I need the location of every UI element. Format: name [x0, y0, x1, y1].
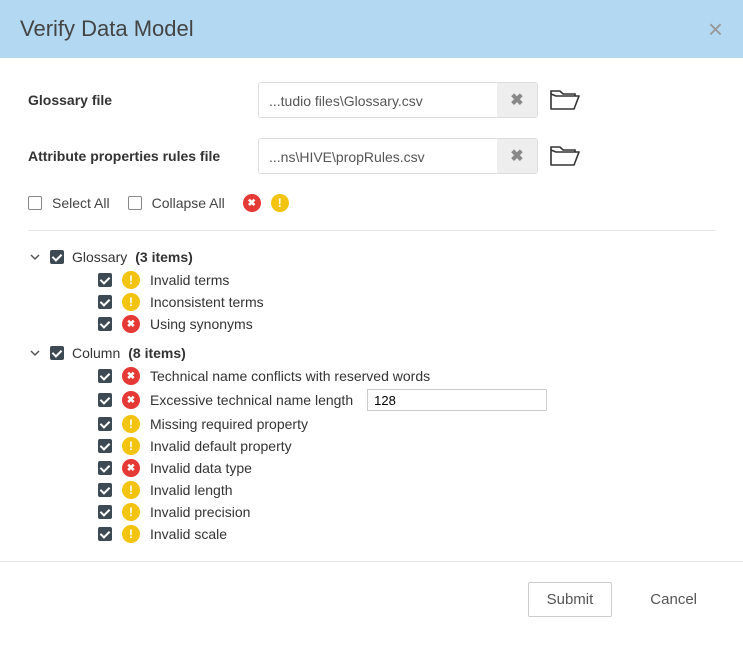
item-checkbox[interactable] — [98, 317, 112, 331]
item-label: Technical name conflicts with reserved w… — [150, 368, 430, 384]
error-filter-icon[interactable] — [243, 194, 261, 212]
item-checkbox[interactable] — [98, 505, 112, 519]
tree-item: Invalid terms — [98, 269, 715, 291]
glossary-file-row: Glossary file ...tudio files\Glossary.cs… — [28, 82, 715, 118]
item-label: Invalid default property — [150, 438, 292, 454]
item-value-input[interactable] — [367, 389, 547, 411]
collapse-all-checkbox[interactable] — [128, 196, 142, 210]
item-label: Using synonyms — [150, 316, 253, 332]
submit-button[interactable]: Submit — [528, 582, 613, 617]
item-label: Invalid precision — [150, 504, 250, 520]
item-label: Missing required property — [150, 416, 308, 432]
group-checkbox[interactable] — [50, 346, 64, 360]
warning-filter-icon[interactable] — [271, 194, 289, 212]
group-count: (8 items) — [128, 345, 186, 361]
dialog-footer: Submit Cancel — [0, 561, 743, 637]
glossary-file-input-wrap: ...tudio files\Glossary.csv ✖ — [258, 82, 538, 118]
rules-file-label: Attribute properties rules file — [28, 148, 258, 164]
dialog-title: Verify Data Model — [20, 16, 194, 42]
controls-row: Select All Collapse All — [28, 194, 715, 212]
close-icon[interactable]: × — [708, 16, 723, 42]
tree-group: Column (8 items) Technical name conflicts … — [28, 341, 715, 545]
warning-icon — [122, 415, 140, 433]
rules-file-input-wrap: ...ns\HIVE\propRules.csv ✖ — [258, 138, 538, 174]
tree-group: Glossary (3 items) Invalid terms Inconsiste… — [28, 245, 715, 335]
group-checkbox[interactable] — [50, 250, 64, 264]
tree-item: Technical name conflicts with reserved w… — [98, 365, 715, 387]
tree-item: Invalid default property — [98, 435, 715, 457]
item-checkbox[interactable] — [98, 439, 112, 453]
item-checkbox[interactable] — [98, 273, 112, 287]
error-icon — [122, 391, 140, 409]
tree-item: Invalid length — [98, 479, 715, 501]
validation-tree: Glossary (3 items) Invalid terms Inconsiste… — [28, 245, 715, 545]
glossary-file-clear-button[interactable]: ✖ — [497, 83, 537, 117]
error-icon — [122, 367, 140, 385]
item-checkbox[interactable] — [98, 393, 112, 407]
item-label: Excessive technical name length — [150, 392, 353, 408]
error-icon — [122, 459, 140, 477]
tree-item: Invalid precision — [98, 501, 715, 523]
tree-item: Using synonyms — [98, 313, 715, 335]
tree-item: Inconsistent terms — [98, 291, 715, 313]
cancel-button[interactable]: Cancel — [632, 583, 715, 616]
tree-group-header: Glossary (3 items) — [28, 245, 715, 269]
error-icon — [122, 315, 140, 333]
warning-icon — [122, 437, 140, 455]
dialog-header: Verify Data Model × — [0, 0, 743, 58]
warning-icon — [122, 481, 140, 499]
rules-browse-button[interactable] — [550, 144, 580, 168]
item-checkbox[interactable] — [98, 461, 112, 475]
group-label: Column — [72, 345, 120, 361]
tree-item: Invalid scale — [98, 523, 715, 545]
warning-icon — [122, 525, 140, 543]
item-label: Invalid data type — [150, 460, 252, 476]
tree-children: Invalid terms Inconsistent terms Using syn… — [28, 269, 715, 335]
tree-item: Invalid data type — [98, 457, 715, 479]
tree-group-header: Column (8 items) — [28, 341, 715, 365]
tree-item: Excessive technical name length — [98, 387, 715, 413]
group-count: (3 items) — [135, 249, 193, 265]
tree-children: Technical name conflicts with reserved w… — [28, 365, 715, 545]
group-label: Glossary — [72, 249, 127, 265]
tree-item: Missing required property — [98, 413, 715, 435]
select-all-checkbox[interactable] — [28, 196, 42, 210]
item-label: Invalid scale — [150, 526, 227, 542]
glossary-file-input[interactable]: ...tudio files\Glossary.csv — [259, 83, 497, 117]
rules-file-input[interactable]: ...ns\HIVE\propRules.csv — [259, 139, 497, 173]
rules-file-clear-button[interactable]: ✖ — [497, 139, 537, 173]
item-label: Invalid length — [150, 482, 233, 498]
item-checkbox[interactable] — [98, 295, 112, 309]
close-icon: ✖ — [510, 90, 523, 110]
warning-icon — [122, 271, 140, 289]
chevron-down-icon[interactable] — [28, 250, 42, 264]
folder-icon — [550, 144, 580, 168]
close-icon: ✖ — [510, 146, 523, 166]
item-checkbox[interactable] — [98, 483, 112, 497]
glossary-browse-button[interactable] — [550, 88, 580, 112]
item-checkbox[interactable] — [98, 527, 112, 541]
divider — [28, 230, 715, 231]
warning-icon — [122, 503, 140, 521]
glossary-file-label: Glossary file — [28, 92, 258, 108]
rules-file-row: Attribute properties rules file ...ns\HI… — [28, 138, 715, 174]
folder-icon — [550, 88, 580, 112]
chevron-down-icon[interactable] — [28, 346, 42, 360]
item-label: Invalid terms — [150, 272, 229, 288]
collapse-all-label: Collapse All — [152, 195, 225, 211]
dialog-body: Glossary file ...tudio files\Glossary.cs… — [0, 58, 743, 561]
item-checkbox[interactable] — [98, 417, 112, 431]
item-checkbox[interactable] — [98, 369, 112, 383]
select-all-label: Select All — [52, 195, 110, 211]
item-label: Inconsistent terms — [150, 294, 264, 310]
warning-icon — [122, 293, 140, 311]
